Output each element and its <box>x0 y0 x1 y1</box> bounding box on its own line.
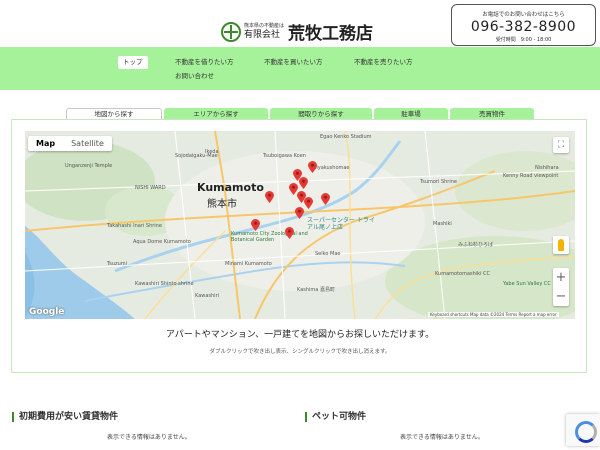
property-pin[interactable] <box>299 177 308 189</box>
contact-phone[interactable]: 096-382-8900 <box>452 19 595 35</box>
map-label-takahashi: Takahashi Inari Shrine <box>107 223 162 229</box>
logo-mark-icon <box>221 21 241 42</box>
property-pin[interactable] <box>251 219 260 231</box>
logo-company-name: 荒牧工務店 <box>288 24 374 44</box>
map-label-mifune: みふね杉ひろば <box>458 242 494 248</box>
property-pin[interactable] <box>304 197 313 209</box>
map-attribution[interactable]: Keyboard shortcuts Map data ©2024 Terms … <box>428 312 559 317</box>
recaptcha-badge-icon[interactable] <box>566 414 600 446</box>
logo-tagline: 熊本県の不動産は <box>244 22 285 29</box>
map-label-tsuzumi: Tsuzumi <box>107 261 128 267</box>
main-nav: トップ 不動産を借りたい方 不動産を買いたい方 不動産を売りたい方 お問い合わせ <box>0 47 600 90</box>
site-logo[interactable]: 熊本県の不動産は 有限会社 荒牧工務店 <box>221 19 373 44</box>
zoom-in-button[interactable]: + <box>553 268 569 287</box>
nav-item-sell[interactable]: 不動産を売りたい方 <box>354 59 413 66</box>
map-label-kawashiri: Kawashiri <box>195 293 220 299</box>
map-label-yabe: Yabe Sun Valley CC <box>503 281 551 287</box>
logo-company-type: 有限会社 <box>244 29 281 40</box>
contact-box[interactable]: お電話でのお問い合わせはこちら 096-382-8900 受付時間 9:00 -… <box>451 4 596 46</box>
map-label-seiko: Seiko Mae <box>315 251 341 257</box>
map-label-tsuboigawa: Tsuboigawa Koen <box>263 153 306 159</box>
map-caption: アパートやマンション、一戸建てを地図からお探しいただけます。 <box>165 330 435 340</box>
contact-hours: 受付時間 9:00 - 18:00 <box>495 37 552 43</box>
section-title-pet-ok: ペット可物件 <box>305 412 366 422</box>
fullscreen-icon[interactable]: ⛶ <box>553 137 569 153</box>
map-label-tsumori: Tsumori Shrine <box>420 179 457 185</box>
property-pin[interactable] <box>308 161 317 173</box>
nav-item-rent[interactable]: 不動産を借りたい方 <box>175 59 234 66</box>
map-label-kumamoto-jp: 熊本市 <box>207 199 237 210</box>
contact-lead: お電話でのお問い合わせはこちら <box>482 12 565 18</box>
map-label-mashiki: Mashiki <box>433 221 452 227</box>
google-logo: Google <box>29 307 65 317</box>
section-title-low-initial-cost: 初期費用が安い賃貸物件 <box>12 412 118 422</box>
map-label-kawashiri-shrine: Kawashiri Shinto shrine <box>135 281 194 287</box>
zoom-control: + − <box>553 268 569 306</box>
map-label-aqua: Aqua Dome Kumamoto <box>133 239 191 245</box>
property-pin[interactable] <box>295 207 304 219</box>
map-label-kenny: Kenny Road viewpoint <box>503 173 559 179</box>
section-empty-low-initial-cost: 表示できる情報はありません。 <box>107 434 191 441</box>
section-empty-pet-ok: 表示できる情報はありません。 <box>400 434 484 441</box>
map-type-satellite-button[interactable]: Satellite <box>63 136 112 151</box>
property-pin[interactable] <box>265 191 274 203</box>
nav-item-buy[interactable]: 不動産を買いたい方 <box>264 59 323 66</box>
street-view-pegman-icon[interactable] <box>553 236 569 254</box>
map-label-nishihara: Nishihara <box>535 165 559 171</box>
map-label-egao: Egao Kenko Stadium <box>320 134 372 140</box>
map-label-nishi-ward: NISHI WARD <box>135 185 166 191</box>
map-label-supercenter: スーパーセンター トライアル尾ノ上店 <box>307 217 375 231</box>
map-label-city-garden: Kumamoto City Zoological and Botanical G… <box>231 231 308 243</box>
property-pin[interactable] <box>285 227 294 239</box>
map-type-map-button[interactable]: Map <box>28 136 63 151</box>
nav-item-top[interactable]: トップ <box>118 56 148 69</box>
zoom-out-button[interactable]: − <box>553 287 569 306</box>
map-label-kumamotomashiki: Kumamotomashiki CC <box>435 271 491 277</box>
map-label-kumamoto-en: Kumamoto <box>197 181 264 194</box>
map-type-control: Map Satellite <box>28 136 112 151</box>
property-pin[interactable] <box>321 193 330 205</box>
google-map[interactable]: Egao Kenko Stadium Tsuboigawa Koen Ikeda… <box>25 131 575 319</box>
map-label-minami-kumamoto: Minami Kumamoto <box>225 261 272 267</box>
site-header: 熊本県の不動産は 有限会社 荒牧工務店 お電話でのお問い合わせはこちら 096-… <box>0 0 600 47</box>
map-label-kashima: Kashima 嘉島町 <box>297 287 335 293</box>
map-label-unganzenji: Unganzenji Temple <box>65 163 113 169</box>
map-hint: ダブルクリックで吹き出し表示、シングルクリックで吹き出し消えます。 <box>209 349 391 355</box>
nav-item-contact[interactable]: お問い合わせ <box>175 73 214 80</box>
map-label-sojodaigaku: Sojodaigaku-Mae <box>175 153 218 159</box>
